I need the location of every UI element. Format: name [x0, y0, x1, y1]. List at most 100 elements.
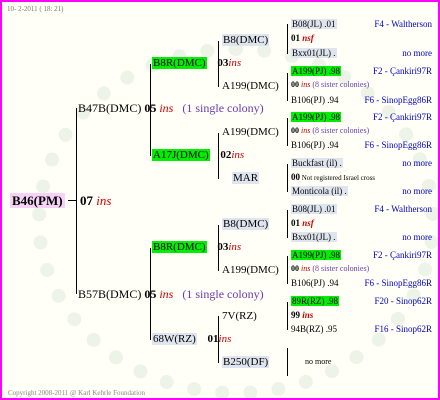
g3-node-4[interactable]: MAR [232, 172, 260, 184]
ff-node[interactable]: B8R(DMC) 03ins [152, 57, 241, 69]
g4-row: 00 Not registered Israel cross [291, 173, 375, 182]
g4-row[interactable]: Bxx01(JL) . [291, 232, 337, 242]
g4-row: 00 ins (8 sister colonies) [291, 265, 369, 273]
mm-num: 01 [207, 333, 219, 345]
ff-num: 03 [217, 57, 229, 69]
root-ins: ins [96, 193, 112, 208]
header-date: 10- 2-2011 ( 18: 21) [7, 5, 64, 13]
g4-note: (8 sister colonies) [312, 80, 370, 89]
root-info: 07 ins [80, 194, 111, 207]
g3-node-2[interactable]: A199(DMC) [222, 81, 279, 92]
g3-3-vline [287, 118, 288, 146]
ff-name: B8R(DMC) [152, 57, 207, 69]
g3-name: 7V(RZ) [222, 310, 257, 322]
g4-line: F2 - Çankiri97R [372, 66, 432, 76]
mother-node[interactable]: B57B(DMC) 05 ins (1 single colony) [78, 288, 264, 300]
g3-node-1[interactable]: B8(DMC) [222, 34, 270, 46]
fm-name: A17J(DMC) [152, 149, 210, 161]
g4-row[interactable]: Buckfast (il) . [291, 158, 343, 168]
g4-row: 99 ins [291, 311, 313, 320]
g3-8-vline [287, 348, 288, 376]
g4-ins: nsf [302, 33, 314, 43]
g4-row[interactable]: 89R(RZ) .98 [291, 296, 339, 306]
copyright: Copyright 2008-2011 @ Karl Kehrle Founda… [8, 389, 146, 397]
g3-name: B8(DMC) [222, 34, 270, 46]
g4-line: F4 - Waltherson [374, 204, 432, 214]
g4-label: B106(PJ) .94 [291, 95, 339, 105]
g3-7-vline [287, 302, 288, 330]
g4-line: no more [402, 48, 432, 58]
g3-name: B8(DMC) [222, 218, 270, 230]
g4-num: 00 [291, 80, 299, 89]
father-name: B47B(DMC) [78, 101, 142, 115]
father-num: 05 [144, 101, 157, 115]
g4-label: B08(JL) .01 [291, 204, 337, 214]
father-node[interactable]: B47B(DMC) 05 ins (1 single colony) [78, 102, 264, 114]
g4-line: F6 - SinopEgg86R [364, 278, 432, 288]
g4-label: A199(PJ) .98 [291, 112, 342, 122]
g4-row[interactable]: Bxx01(JL) . [291, 48, 337, 58]
g4-row: no more [305, 358, 331, 366]
g4-line: F16 - Sinop62R [374, 324, 432, 334]
g4-row[interactable]: A199(PJ) .98 [291, 112, 342, 122]
g4-label: A199(PJ) .98 [291, 66, 342, 76]
father-ins: ins [159, 101, 174, 115]
mm-ins: ins [218, 333, 232, 345]
fm-num: 02 [220, 149, 232, 161]
root-node[interactable]: B46(PM) [10, 193, 65, 208]
g3-node-3[interactable]: A199(DMC) [222, 127, 279, 138]
g3-1-vline [287, 24, 288, 54]
g4-num: 00 [291, 264, 299, 273]
root-num: 07 [80, 193, 93, 208]
g4-num: 01 [291, 218, 300, 228]
root-connector [68, 200, 76, 201]
g4-row[interactable]: A199(PJ) .98 [291, 66, 342, 76]
g4-note: Not registered Israel cross [301, 174, 376, 182]
g4-row[interactable]: 94B(RZ) .95 [291, 325, 337, 334]
mm-name: 68W(RZ) [152, 333, 197, 345]
mf-name: B8R(DMC) [152, 241, 207, 253]
g4-row[interactable]: B08(JL) .01 [291, 204, 337, 214]
g3-node-7[interactable]: 7V(RZ) [222, 311, 257, 322]
g3-name: A199(DMC) [222, 126, 279, 138]
g4-row[interactable]: B106(PJ) .94 [291, 279, 339, 288]
g3-6-vline [287, 256, 288, 284]
g4-ins: nsf [302, 218, 314, 228]
g3-node-6[interactable]: A199(DMC) [222, 265, 279, 276]
g4-num: 01 [291, 33, 300, 43]
g3-node-5[interactable]: B8(DMC) [222, 218, 270, 230]
g4-row[interactable]: A199(PJ) .98 [291, 250, 342, 260]
g4-num: 99 [291, 310, 300, 320]
mf-num: 03 [217, 241, 229, 253]
g4-row: 00 ins (8 sister colonies) [291, 127, 369, 135]
g4-row[interactable]: B106(PJ) .94 [291, 141, 339, 150]
g4-label: Monticola (il) . [291, 186, 348, 196]
g4-label: A199(PJ) .98 [291, 250, 342, 260]
g4-note: (8 sister colonies) [312, 264, 370, 273]
g4-label: 89R(RZ) .98 [291, 296, 339, 306]
mf-ins: ins [228, 241, 242, 253]
g4-label: B106(PJ) .94 [291, 140, 339, 150]
g4-line: F20 - Sinop62R [374, 296, 432, 306]
g4-line: no more [402, 186, 432, 196]
g4-line: F6 - SinopEgg86R [364, 140, 432, 150]
fm-node[interactable]: A17J(DMC) 02ins [152, 149, 245, 161]
g4-line: F6 - SinopEgg86R [364, 95, 432, 105]
g4-num: 00 [291, 126, 299, 135]
g4-line: F4 - Waltherson [374, 19, 432, 29]
g4-label: Bxx01(JL) . [291, 232, 337, 242]
g4-ins: ins [301, 264, 311, 273]
fm-ins: ins [231, 149, 245, 161]
g4-line: F2 - Çankiri97R [372, 112, 432, 122]
mf-node[interactable]: B8R(DMC) 03ins [152, 241, 242, 253]
g4-row[interactable]: B08(JL) .01 [291, 19, 337, 29]
g3-name: A199(DMC) [222, 264, 279, 276]
root-name: B46(PM) [10, 193, 65, 208]
g4-ins: ins [302, 310, 314, 320]
g4-row[interactable]: Monticola (il) . [291, 186, 348, 196]
g4-row[interactable]: B106(PJ) .94 [291, 96, 339, 105]
g3-node-8[interactable]: B250(DF) [222, 356, 270, 368]
g3-5-vline [287, 210, 288, 238]
g3-name: A199(DMC) [222, 80, 279, 92]
mm-node[interactable]: 68W(RZ) 01ins [152, 333, 232, 345]
